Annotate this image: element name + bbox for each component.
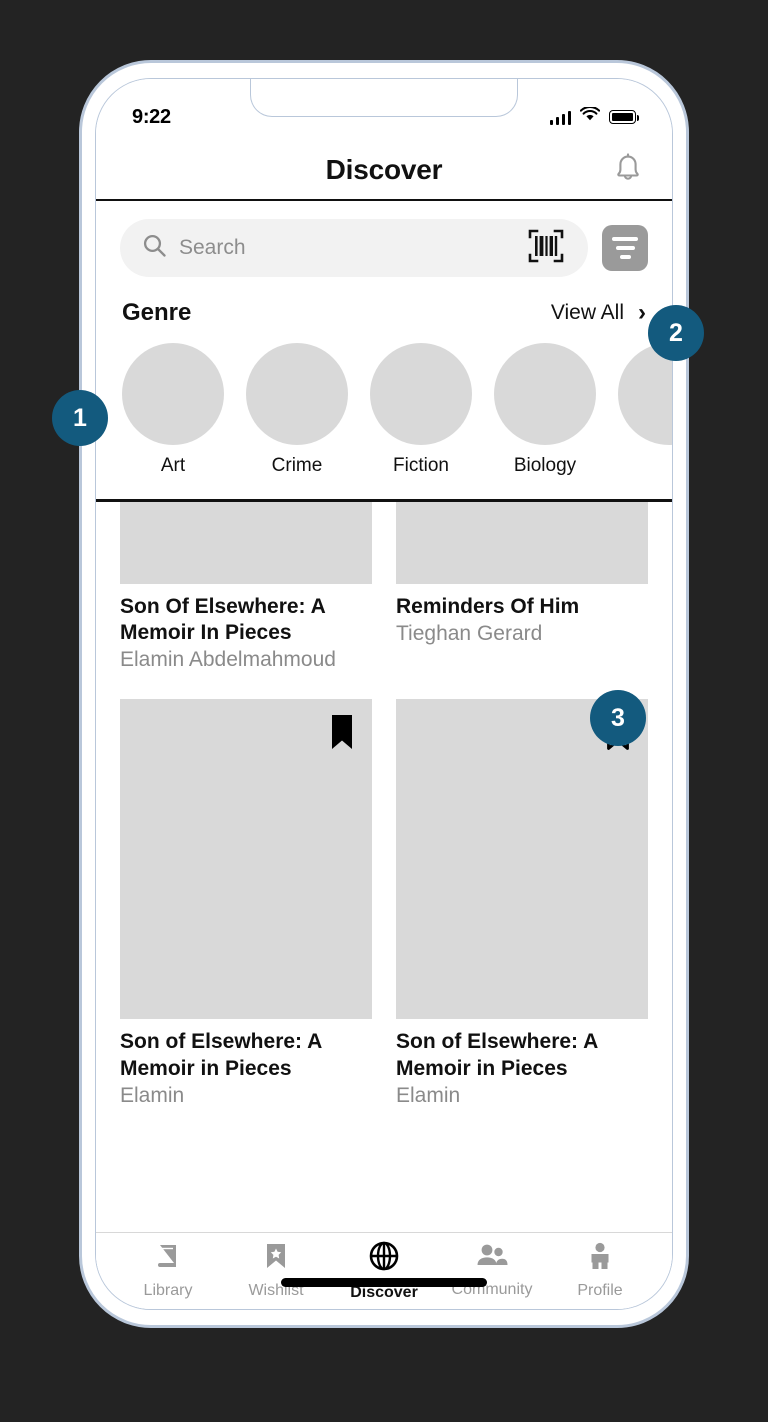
status-bar: 9:22 <box>96 79 672 141</box>
book-cover <box>120 699 372 1020</box>
page-title: Discover <box>325 154 443 185</box>
book-title: Son of Elsewhere: A Memoir in Pieces <box>120 1030 322 1080</box>
book-author: Elamin <box>120 1083 185 1107</box>
screenshot-stage: 9:22 Discover Search Genre View All › Ar… <box>0 0 768 1422</box>
book-card[interactable]: Son of Elsewhere: A Memoir in Pieces Ela… <box>396 699 648 1109</box>
status-icons <box>549 105 639 127</box>
tab-discover[interactable]: Discover <box>330 1240 438 1302</box>
app-header: Discover <box>96 141 672 199</box>
book-title: Reminders Of Him <box>396 594 580 618</box>
book-title: Son Of Elsewhere: A Memoir In Pieces <box>120 594 325 644</box>
person-icon <box>588 1242 612 1275</box>
genre-carousel[interactable]: Art Crime Fiction Biology <box>96 343 672 477</box>
phone-frame-inner: 9:22 Discover Search Genre View All › Ar… <box>95 78 673 1310</box>
book-card[interactable]: Son of Elsewhere: A Memoir in Pieces Ela… <box>120 699 372 1109</box>
book-author: Elamin <box>396 1083 461 1107</box>
tab-wishlist[interactable]: Wishlist <box>222 1242 330 1300</box>
annotation-badge-3: 3 <box>590 690 646 746</box>
book-author: Elamin Abdelmahmoud <box>120 648 336 671</box>
bookmark-star-icon <box>264 1242 288 1275</box>
genre-item-biology[interactable]: Biology <box>494 343 596 477</box>
search-input[interactable]: Search <box>120 219 588 277</box>
search-row: Search <box>96 219 672 277</box>
book-cover <box>120 501 372 584</box>
status-clock: 9:22 <box>132 105 171 128</box>
genre-thumbnail <box>370 343 472 445</box>
tab-label: Profile <box>577 1282 623 1299</box>
genre-item-art[interactable]: Art <box>122 343 224 477</box>
book-author: Tieghan Gerard <box>396 621 543 645</box>
bottom-tab-bar: Library Wishlist Discover Community Prof… <box>96 1233 672 1309</box>
genre-thumbnail <box>122 343 224 445</box>
annotation-badge-1: 1 <box>52 390 108 446</box>
genre-item-fiction[interactable]: Fiction <box>370 343 472 477</box>
cellular-signal-icon <box>549 110 571 125</box>
book-grid-scroll[interactable]: Son Of Elsewhere: A Memoir In Pieces Ela… <box>96 501 672 1232</box>
view-all-label: View All <box>550 301 624 324</box>
genre-thumbnail <box>246 343 348 445</box>
book-title: Son of Elsewhere: A Memoir in Pieces <box>396 1030 598 1080</box>
book-grid: Son Of Elsewhere: A Memoir In Pieces Ela… <box>96 501 672 1110</box>
tab-profile[interactable]: Profile <box>546 1242 654 1300</box>
search-placeholder: Search <box>179 236 246 259</box>
genre-item-label: Biology <box>513 455 577 476</box>
people-icon <box>476 1243 508 1274</box>
genre-item-label: Crime <box>271 455 323 476</box>
notification-button[interactable] <box>610 152 646 188</box>
filter-icon-line-2 <box>615 246 635 250</box>
bell-icon <box>613 152 643 189</box>
annotation-badge-2: 2 <box>648 305 704 361</box>
home-indicator <box>281 1278 487 1287</box>
barcode-scanner-icon[interactable] <box>522 226 570 271</box>
tab-label: Library <box>143 1282 193 1299</box>
genre-thumbnail <box>494 343 596 445</box>
genre-item-label: Fiction <box>393 455 449 476</box>
book-card[interactable]: Son Of Elsewhere: A Memoir In Pieces Ela… <box>120 501 372 674</box>
genre-item-crime[interactable]: Crime <box>246 343 348 477</box>
tab-library[interactable]: Library <box>114 1242 222 1300</box>
app-screen: 9:22 Discover Search Genre View All › Ar… <box>96 79 672 1309</box>
book-cover <box>396 699 648 1020</box>
book-icon <box>155 1242 181 1275</box>
bookmark-filled-icon[interactable] <box>328 713 356 756</box>
book-cover <box>396 501 648 584</box>
chevron-right-icon: › <box>638 299 646 326</box>
globe-icon <box>368 1240 400 1277</box>
battery-full-icon <box>609 110 639 124</box>
filter-icon <box>612 237 638 241</box>
wifi-icon <box>579 105 601 127</box>
genre-section-title: Genre <box>122 299 192 326</box>
genre-header: Genre View All › <box>96 299 672 327</box>
tab-community[interactable]: Community <box>438 1243 546 1299</box>
filter-button[interactable] <box>602 225 648 271</box>
discover-top-panel: Search Genre View All › Art Crime Fictio… <box>96 201 672 499</box>
genre-item-label: Art <box>160 455 186 476</box>
view-all-button[interactable]: View All › <box>551 301 646 325</box>
search-icon <box>142 233 167 263</box>
filter-icon-line-3 <box>619 255 631 259</box>
book-card[interactable]: Reminders Of Him Tieghan Gerard <box>396 501 648 674</box>
genre-item-partial[interactable] <box>618 343 672 477</box>
